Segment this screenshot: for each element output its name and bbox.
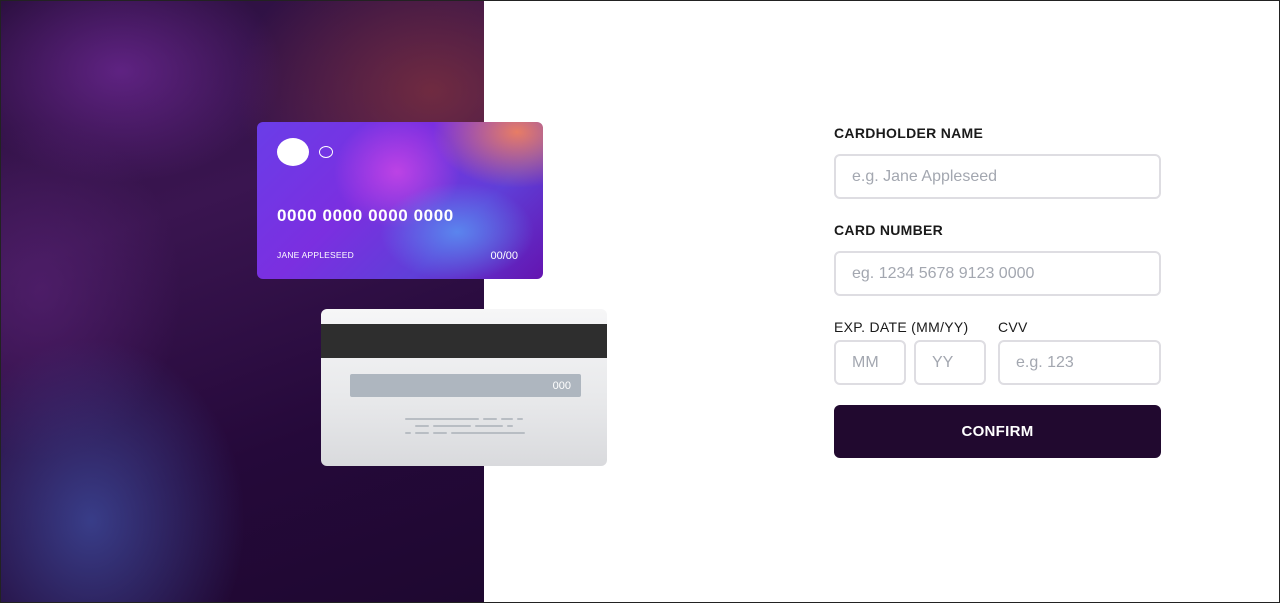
card-number-display: 0000 0000 0000 0000 <box>277 206 454 225</box>
exp-date-label: EXP. DATE (MM/YY) <box>834 319 969 335</box>
card-back: 000 <box>321 309 607 466</box>
cardholder-name-input[interactable] <box>834 154 1161 199</box>
card-number-input[interactable] <box>834 251 1161 296</box>
card-cvc-display: 000 <box>552 380 571 392</box>
background-panel <box>1 1 484 602</box>
page: 0000 0000 0000 0000 JANE APPLESEED 00/00… <box>0 0 1280 603</box>
magnetic-stripe <box>321 324 607 358</box>
card-logo-circle-filled <box>277 138 309 166</box>
confirm-button[interactable]: CONFIRM <box>834 405 1161 458</box>
cvc-input[interactable] <box>998 340 1161 385</box>
card-expiry-display: 00/00 <box>490 250 518 262</box>
card-name-display: JANE APPLESEED <box>277 250 354 260</box>
cardholder-name-label: CARDHOLDER NAME <box>834 125 984 141</box>
card-number-label: CARD NUMBER <box>834 222 944 238</box>
exp-month-input[interactable] <box>834 340 906 385</box>
cvc-label: CVV <box>998 319 1028 335</box>
signature-strip: 000 <box>350 374 581 397</box>
card-front: 0000 0000 0000 0000 JANE APPLESEED 00/00 <box>257 122 543 279</box>
card-logo-circle-outline <box>319 146 333 158</box>
exp-year-input[interactable] <box>914 340 986 385</box>
